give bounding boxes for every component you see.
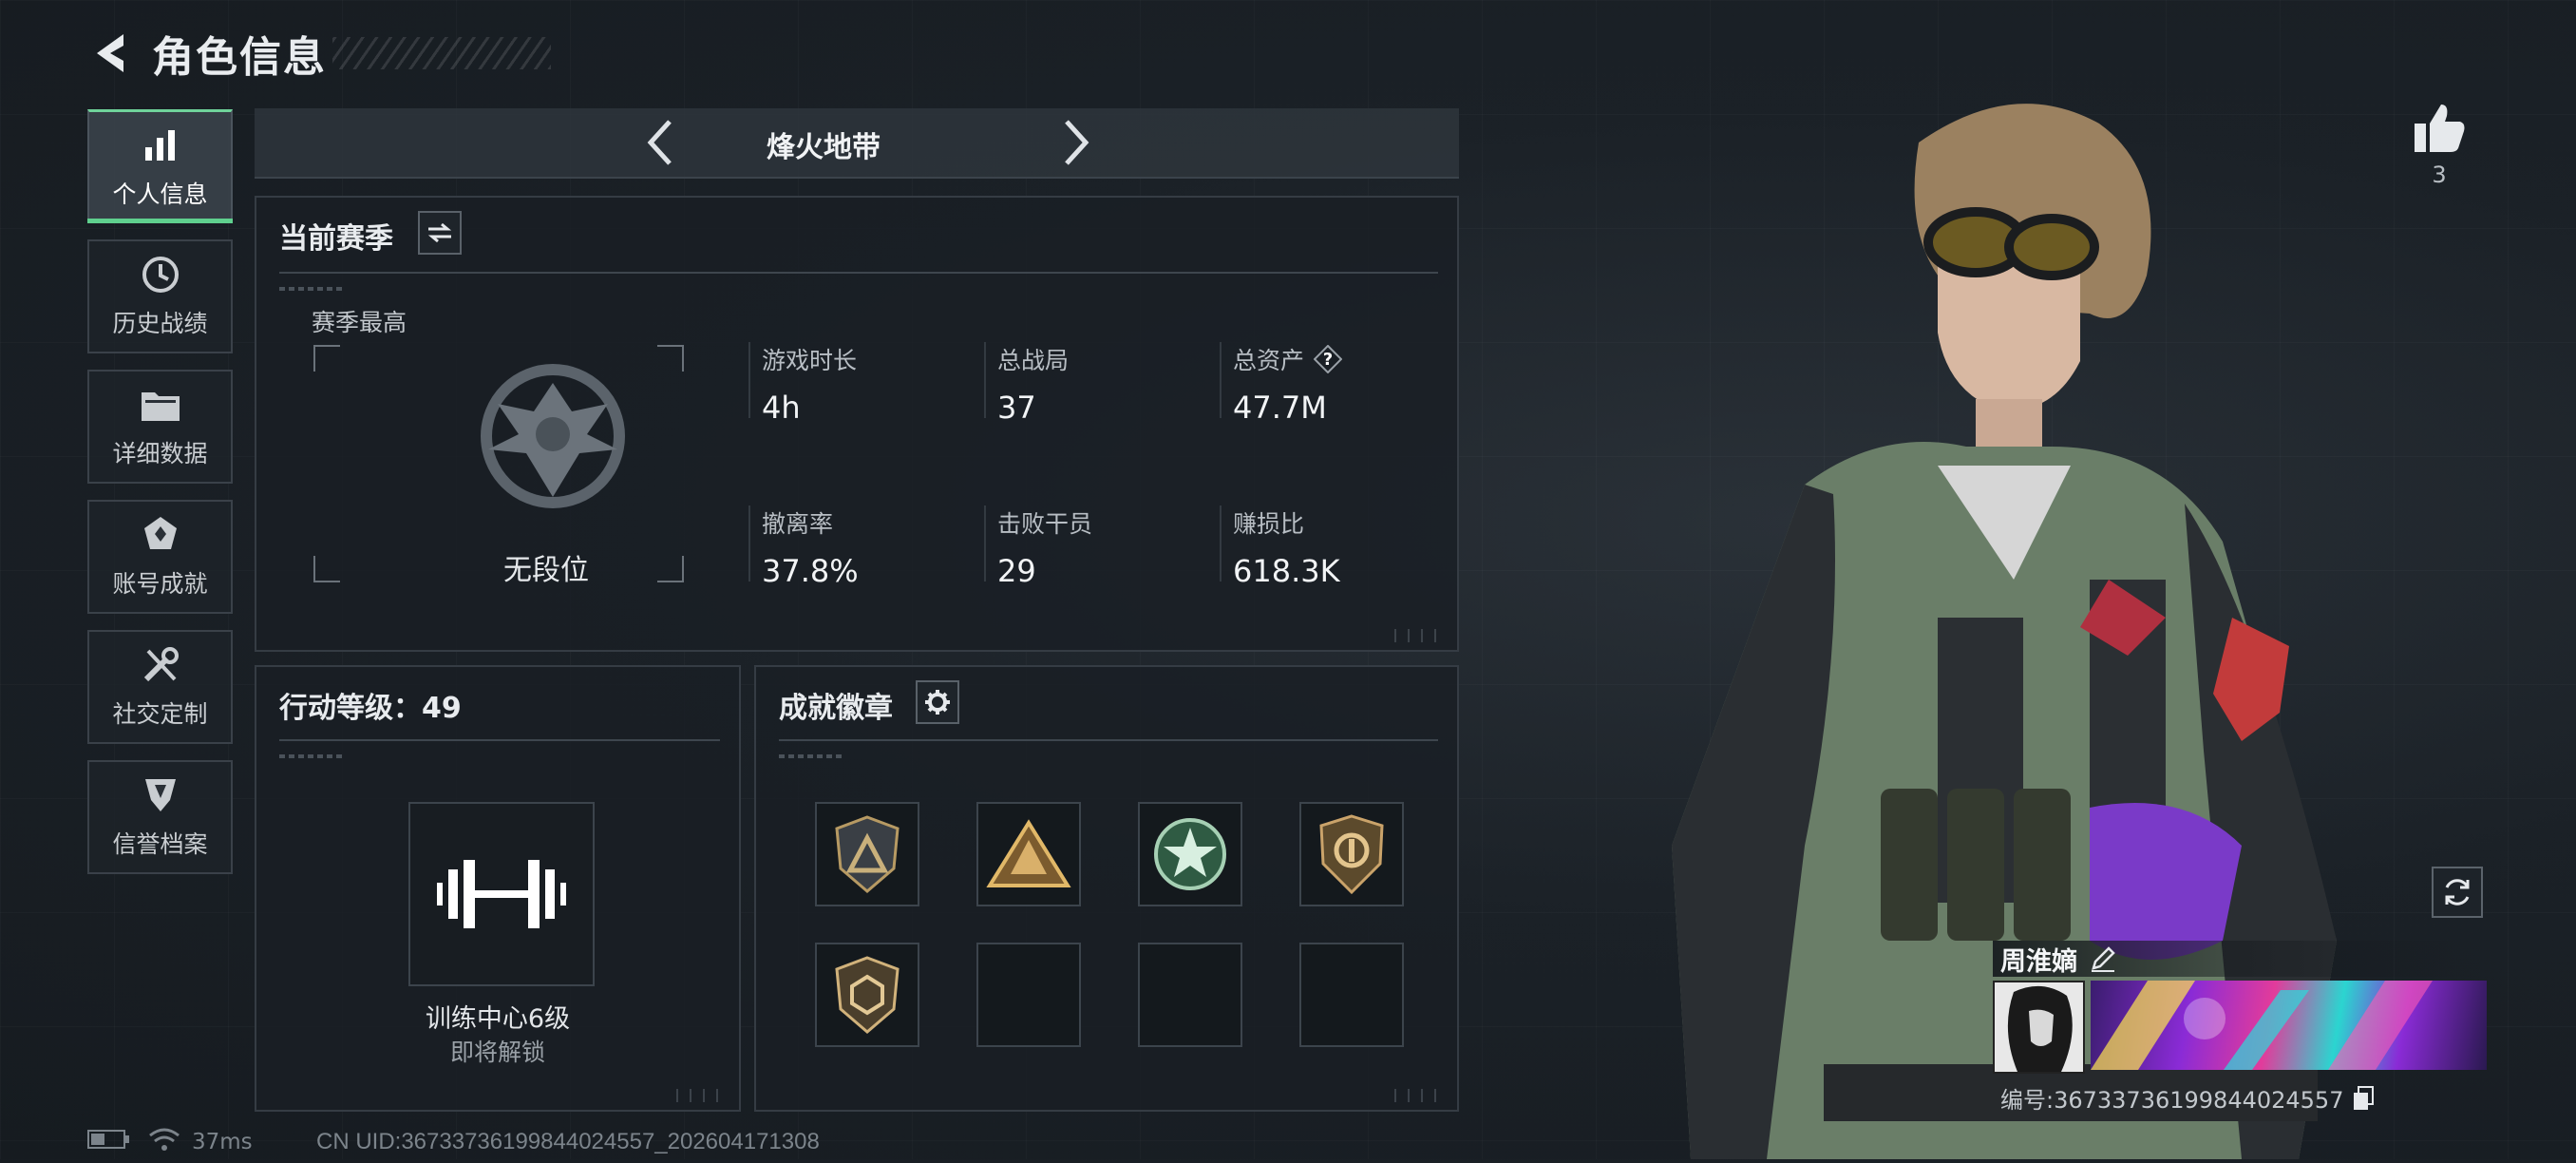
back-arrow-icon[interactable] [85, 29, 135, 78]
rank-name: 无段位 [503, 554, 589, 587]
ping-value: 37ms [192, 1130, 253, 1154]
season-best-label: 赛季最高 [312, 309, 407, 336]
history-icon [138, 254, 183, 296]
swap-icon[interactable] [418, 211, 462, 255]
badge-slot[interactable] [815, 943, 919, 1047]
player-id: 编号:3673373619984402455​7 [2000, 1087, 2344, 1114]
action-level-panel: 行动等级：49 训练中心6级 即将解锁 [255, 665, 741, 1112]
title-decoration [332, 37, 551, 69]
mode-selector: 烽火地带 [255, 108, 1459, 179]
chevron-right-icon[interactable] [1052, 118, 1102, 167]
sidebar-item-achievements[interactable]: 账号成就 [87, 500, 233, 614]
status-bar: 37ms [87, 1127, 253, 1157]
like-count: 3 [2432, 162, 2447, 188]
tools-icon [138, 644, 183, 686]
stat-extraction-rate: 撤离率 37.8% [762, 510, 859, 589]
mode-name: 烽火地带 [767, 131, 881, 164]
sidebar-item-detailed-data[interactable]: 详细数据 [87, 370, 233, 484]
circle-shield-badge-icon [1319, 814, 1384, 894]
level-unlock-name: 训练中心6级 [425, 1004, 571, 1034]
stat-total-assets: 总资产 ? 47.7M [1233, 342, 1343, 426]
player-name: 周淮嫡 [2000, 946, 2077, 977]
star-wreath-badge-icon [1154, 818, 1226, 890]
hexagon-badge-icon [835, 956, 900, 1034]
wifi-icon [148, 1127, 180, 1157]
sidebar-item-personal-info[interactable]: 个人信息 [87, 109, 233, 223]
edit-pencil-icon[interactable] [2089, 944, 2117, 973]
divider [279, 272, 1438, 274]
stat-profit-loss-ratio: 赚损比 618.3K [1233, 510, 1340, 589]
badge-slot[interactable] [1299, 802, 1404, 906]
avatar[interactable] [1993, 981, 2086, 1074]
gear-icon[interactable] [916, 680, 959, 724]
rank-frame: 无段位 [313, 345, 684, 587]
achievement-icon [138, 514, 183, 556]
empty-badge-slot[interactable] [1138, 943, 1242, 1047]
credit-shield-icon [138, 774, 183, 816]
sidebar-item-label: 历史战绩 [112, 310, 208, 337]
action-level-title: 行动等级：49 [279, 692, 462, 725]
page-title: 角色信息 [152, 33, 327, 82]
rotate-icon[interactable] [2432, 867, 2483, 918]
divider-decoration [279, 287, 346, 291]
badge-slot[interactable] [815, 802, 919, 906]
sidebar-item-label: 账号成就 [112, 570, 208, 598]
stat-operators-defeated: 击败干员 29 [997, 510, 1093, 589]
pyramid-badge-icon [986, 819, 1071, 887]
badge-slot[interactable] [1138, 802, 1242, 906]
empty-badge-slot[interactable] [1299, 943, 1404, 1047]
svg-text:?: ? [1323, 350, 1333, 370]
sidebar-item-label: 个人信息 [112, 180, 208, 208]
sidebar-item-history[interactable]: 历史战绩 [87, 239, 233, 353]
empty-badge-slot[interactable] [976, 943, 1081, 1047]
triangle-badge-icon [835, 815, 900, 893]
player-card: 周淮嫡 编号:3673373619984402455​7 [1993, 941, 2487, 1115]
sidebar: 个人信息 历史战绩 详细数据 账号成就 社交定制 信誉档案 [87, 109, 235, 890]
header: 角色信息 [85, 19, 551, 87]
help-icon[interactable]: ? [1314, 345, 1343, 373]
achievement-badges-panel: 成就徽章 [754, 665, 1459, 1112]
level-unlock-status: 即将解锁 [449, 1039, 545, 1066]
badge-slot[interactable] [976, 802, 1081, 906]
season-panel: 当前赛季 赛季最高 无段位 游戏时长 4h 总战局 37 总资产 ? 47.7M… [255, 196, 1459, 652]
stat-total-matches: 总战局 37 [997, 347, 1070, 426]
sidebar-item-label: 信誉档案 [112, 830, 208, 858]
stat-play-time: 游戏时长 4h [762, 347, 858, 426]
like-button[interactable]: 3 [2411, 103, 2468, 188]
sidebar-item-label: 社交定制 [112, 700, 208, 728]
badges-title: 成就徽章 [779, 692, 893, 725]
profile-banner[interactable] [2091, 981, 2487, 1070]
copy-icon[interactable] [2351, 1085, 2376, 1111]
uid-text: CN UID:3673373619984402455​7_20260417130… [316, 1129, 820, 1154]
sidebar-item-social-custom[interactable]: 社交定制 [87, 630, 233, 744]
season-title: 当前赛季 [279, 222, 393, 256]
battery-icon [87, 1129, 131, 1155]
training-center-icon[interactable] [408, 802, 595, 986]
sidebar-item-label: 详细数据 [112, 440, 208, 467]
bar-chart-icon [138, 124, 183, 166]
eagle-emblem-icon [465, 354, 641, 521]
sidebar-item-credit-file[interactable]: 信誉档案 [87, 760, 233, 874]
folder-icon [138, 384, 183, 426]
thumbs-up-icon [2415, 105, 2465, 152]
